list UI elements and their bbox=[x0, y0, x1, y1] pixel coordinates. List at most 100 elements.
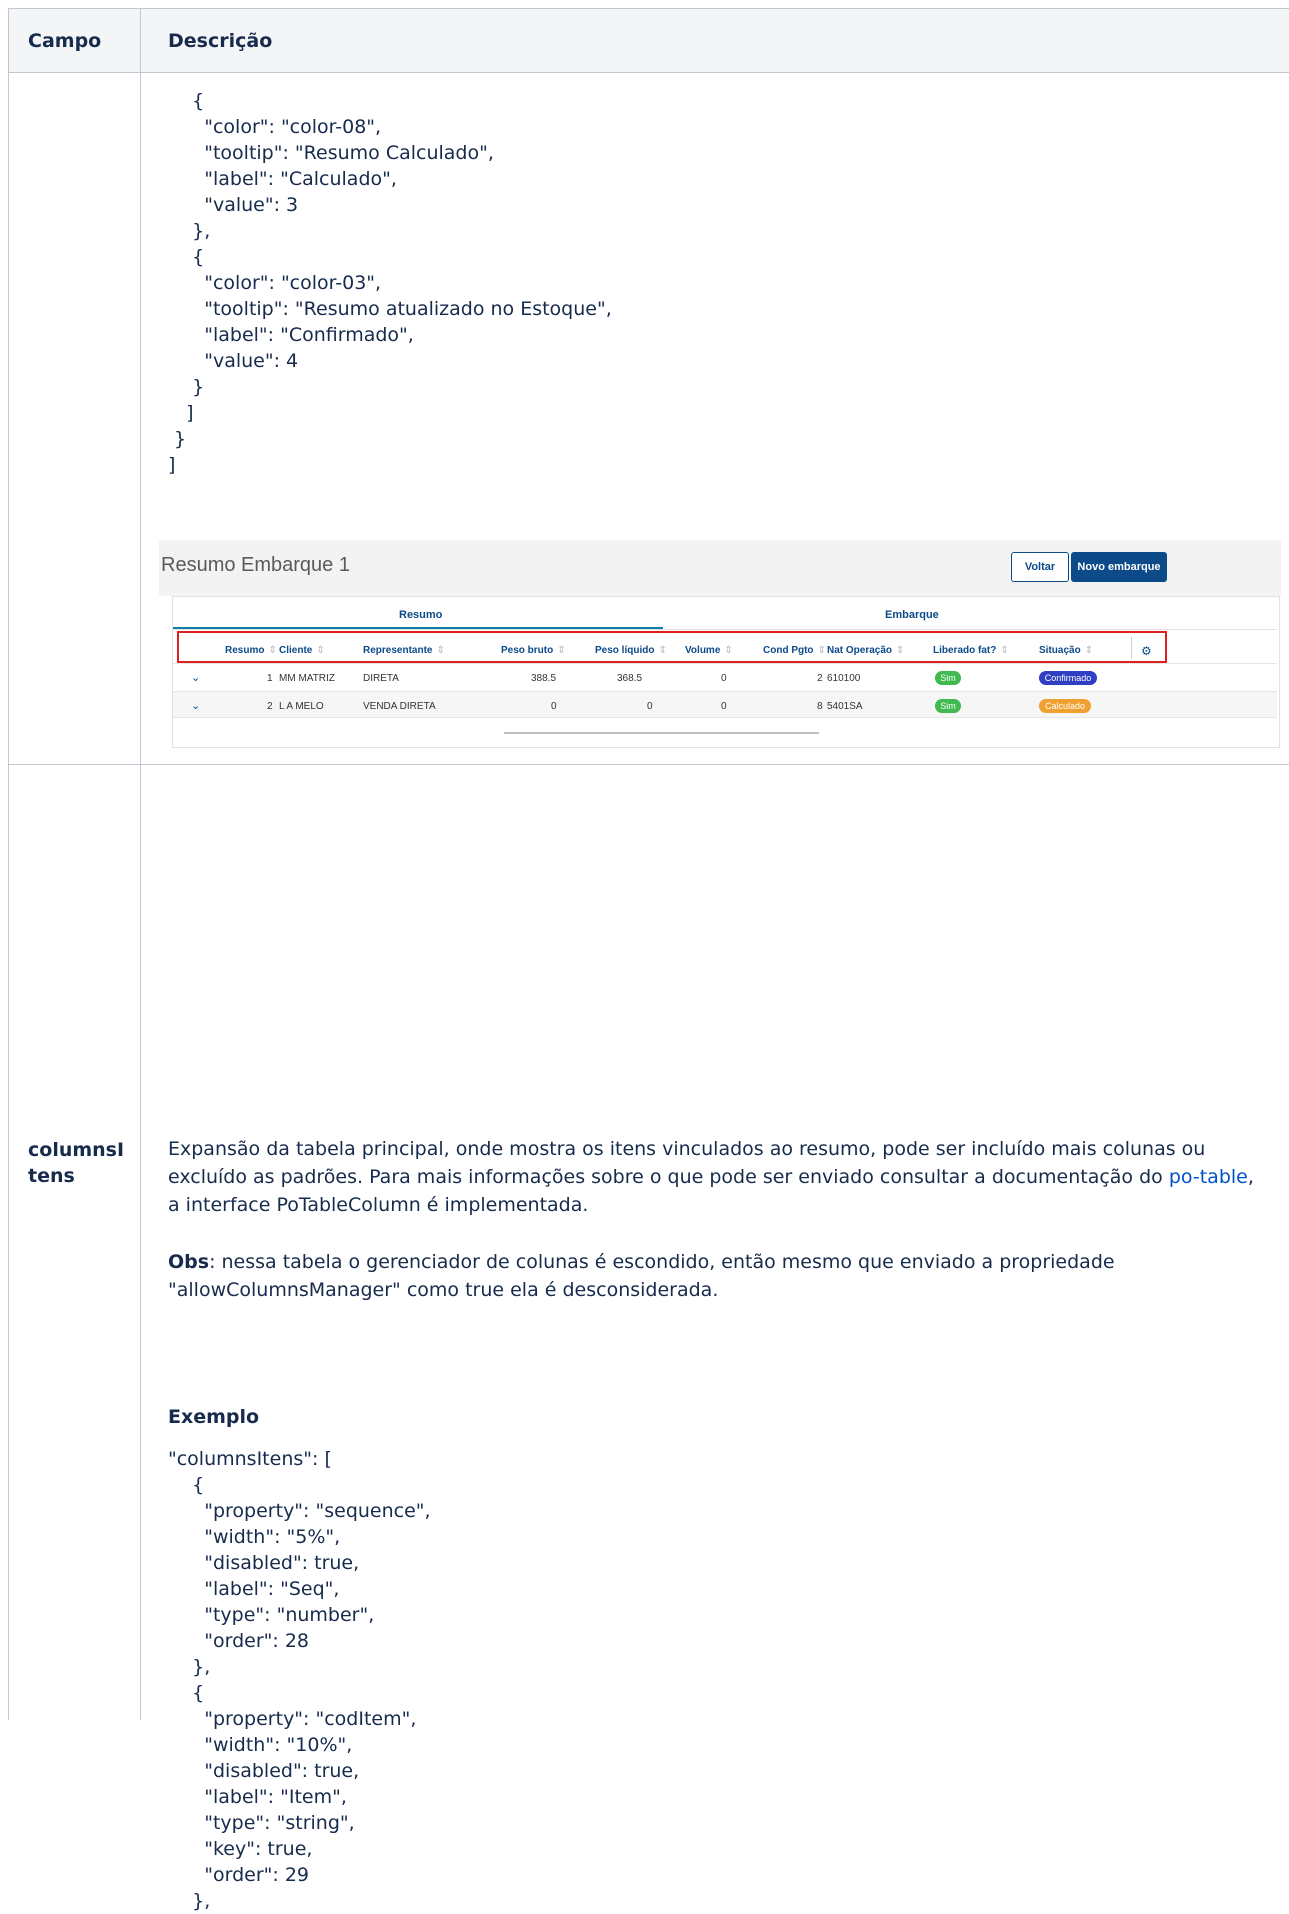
cell-volume: 0 bbox=[721, 701, 727, 712]
json-code-block-top: { "color": "color-08", "tooltip": "Resum… bbox=[168, 88, 612, 478]
column-header-nat-operacao[interactable]: Nat Operação ⇕ bbox=[827, 645, 904, 656]
column-header-descricao: Descrição bbox=[168, 30, 273, 52]
code-line: "key": true, bbox=[168, 1838, 313, 1860]
column-header-campo: Campo bbox=[28, 30, 102, 52]
column-header-cond-pgto[interactable]: Cond Pgto ⇕ bbox=[763, 645, 826, 656]
obs-label: Obs bbox=[168, 1251, 210, 1273]
table-border-left bbox=[8, 8, 9, 1720]
json-code-block-bottom: "columnsItens": [ { "property": "sequenc… bbox=[168, 1446, 431, 1914]
code-line: }, bbox=[168, 1890, 211, 1912]
cell-peso-liquido: 368.5 bbox=[617, 673, 643, 684]
cell-peso-bruto: 388.5 bbox=[531, 673, 557, 684]
column-header-cliente[interactable]: Cliente ⇕ bbox=[279, 645, 325, 656]
table-header-divider bbox=[8, 72, 1289, 73]
code-line: "property": "sequence", bbox=[168, 1500, 431, 1522]
row-divider bbox=[173, 717, 1277, 718]
column-header-peso-liquido[interactable]: Peso líquido ⇕ bbox=[595, 645, 667, 656]
horizontal-scrollbar[interactable] bbox=[504, 732, 819, 734]
screenshot-page-title: Resumo Embarque 1 bbox=[161, 554, 350, 576]
liberado-badge: Sim bbox=[935, 671, 961, 685]
embedded-screenshot: Resumo Embarque 1 Voltar Novo embarque R… bbox=[159, 540, 1281, 748]
cell-resumo: 2 bbox=[267, 701, 273, 712]
obs-note: Obs: nessa tabela o gerenciador de colun… bbox=[168, 1248, 1258, 1304]
column-header-resumo[interactable]: Resumo ⇕ bbox=[225, 645, 277, 656]
code-line: "order": 28 bbox=[168, 1630, 309, 1652]
code-line: ] bbox=[168, 402, 194, 424]
code-line: "label": "Calculado", bbox=[168, 168, 397, 190]
cell-cond-pgto: 2 bbox=[817, 673, 823, 684]
column-header-situacao[interactable]: Situação ⇕ bbox=[1039, 645, 1093, 656]
cell-cliente: L A MELO bbox=[279, 701, 324, 712]
code-line: { bbox=[168, 246, 205, 268]
cell-peso-liquido: 0 bbox=[647, 701, 653, 712]
highlight-box bbox=[177, 631, 1167, 663]
code-line: "color": "color-08", bbox=[168, 116, 382, 138]
code-line: "tooltip": "Resumo Calculado", bbox=[168, 142, 494, 164]
code-line: "type": "number", bbox=[168, 1604, 375, 1626]
cell-resumo: 1 bbox=[267, 673, 273, 684]
code-line: "label": "Seq", bbox=[168, 1578, 340, 1600]
field-name-columnsitens: columnsI tens bbox=[28, 1139, 125, 1187]
column-header-volume[interactable]: Volume ⇕ bbox=[685, 645, 733, 656]
code-line: "columnsItens": [ bbox=[168, 1448, 332, 1470]
code-line: { bbox=[168, 90, 205, 112]
tab-embarque[interactable]: Embarque bbox=[885, 609, 939, 621]
code-line: } bbox=[168, 376, 205, 398]
screenshot-header: Resumo Embarque 1 Voltar Novo embarque bbox=[159, 540, 1281, 596]
code-line: "label": "Confirmado", bbox=[168, 324, 414, 346]
columnsitens-description: Expansão da tabela principal, onde mostr… bbox=[168, 1135, 1258, 1219]
table-header-row: Campo Descrição bbox=[8, 8, 1289, 72]
row-divider bbox=[173, 663, 1277, 664]
novo-embarque-button[interactable]: Novo embarque bbox=[1071, 552, 1167, 582]
screenshot-table-panel: Resumo Embarque Resumo ⇕ Cliente ⇕ Represe… bbox=[172, 596, 1280, 748]
gear-icon[interactable]: ⚙ bbox=[1141, 644, 1152, 658]
column-header-representante[interactable]: Representante ⇕ bbox=[363, 645, 445, 656]
code-line: ] bbox=[168, 454, 176, 476]
tabs-divider bbox=[173, 629, 1277, 630]
cell-representante: VENDA DIRETA bbox=[363, 701, 436, 712]
chevron-down-icon[interactable]: ⌄ bbox=[191, 699, 200, 712]
gear-separator bbox=[1131, 637, 1132, 659]
situacao-badge: Calculado bbox=[1039, 699, 1091, 713]
tab-resumo[interactable]: Resumo bbox=[399, 609, 442, 621]
code-line: "type": "string", bbox=[168, 1812, 355, 1834]
code-line: "disabled": true, bbox=[168, 1552, 360, 1574]
cell-volume: 0 bbox=[721, 673, 727, 684]
cell-peso-bruto: 0 bbox=[551, 701, 557, 712]
row-divider bbox=[173, 691, 1277, 692]
code-line: }, bbox=[168, 220, 211, 242]
liberado-badge: Sim bbox=[935, 699, 961, 713]
table-border-top bbox=[8, 8, 1289, 9]
situacao-badge: Confirmado bbox=[1039, 671, 1097, 685]
code-line: "value": 3 bbox=[168, 194, 299, 216]
code-line: "tooltip": "Resumo atualizado no Estoque… bbox=[168, 298, 612, 320]
example-heading: Exemplo bbox=[168, 1406, 260, 1428]
code-line: }, bbox=[168, 1656, 211, 1678]
tab-resumo-active-indicator bbox=[173, 627, 663, 629]
code-line: "order": 29 bbox=[168, 1864, 309, 1886]
cell-representante: DIRETA bbox=[363, 673, 399, 684]
column-header-peso-bruto[interactable]: Peso bruto ⇕ bbox=[501, 645, 566, 656]
code-line: { bbox=[168, 1682, 205, 1704]
code-line: } bbox=[168, 428, 187, 450]
code-line: "width": "5%", bbox=[168, 1526, 341, 1548]
code-line: "value": 4 bbox=[168, 350, 299, 372]
code-line: "property": "codItem", bbox=[168, 1708, 417, 1730]
code-line: "label": "Item", bbox=[168, 1786, 347, 1808]
obs-text: : nessa tabela o gerenciador de colunas … bbox=[168, 1251, 1115, 1301]
table-row-divider bbox=[8, 764, 1289, 765]
code-line: { bbox=[168, 1474, 205, 1496]
code-line: "disabled": true, bbox=[168, 1760, 360, 1782]
code-line: "color": "color-03", bbox=[168, 272, 382, 294]
cell-nat-operacao: 610100 bbox=[827, 673, 861, 684]
cell-cliente: MM MATRIZ bbox=[279, 673, 335, 684]
table-column-divider bbox=[140, 8, 141, 1720]
code-line: "width": "10%", bbox=[168, 1734, 353, 1756]
chevron-down-icon[interactable]: ⌄ bbox=[191, 671, 200, 684]
description-text: Expansão da tabela principal, onde mostr… bbox=[168, 1138, 1206, 1188]
voltar-button[interactable]: Voltar bbox=[1011, 552, 1069, 582]
po-table-link[interactable]: po-table bbox=[1169, 1166, 1248, 1188]
cell-cond-pgto: 8 bbox=[817, 701, 823, 712]
column-header-liberado-fat[interactable]: Liberado fat? ⇕ bbox=[933, 645, 1009, 656]
cell-nat-operacao: 5401SA bbox=[827, 701, 863, 712]
